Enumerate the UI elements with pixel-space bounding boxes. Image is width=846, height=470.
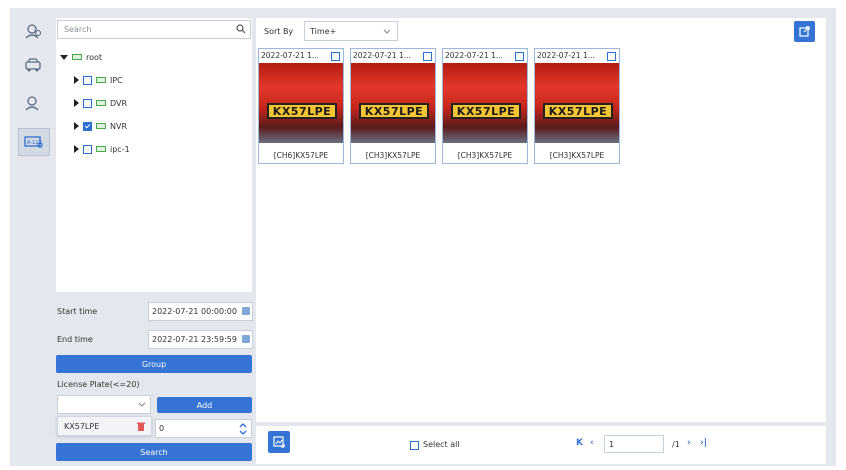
calendar-icon[interactable]	[242, 335, 250, 343]
tree-node-ipc[interactable]: IPC	[74, 74, 123, 86]
tree-node-checkbox[interactable]	[83, 144, 92, 154]
select-all-checkbox[interactable]	[410, 441, 419, 450]
calendar-icon[interactable]	[242, 307, 250, 315]
tree-node-checkbox[interactable]	[83, 75, 92, 85]
plate-text: KX57LPE	[451, 103, 521, 119]
device-icon	[96, 123, 106, 129]
search-icon[interactable]	[236, 24, 246, 34]
page-number-value: 1	[609, 439, 615, 449]
plate-text: KX57LPE	[267, 103, 337, 119]
delete-icon[interactable]	[137, 422, 145, 431]
search-button[interactable]: Search	[56, 443, 252, 461]
result-checkbox[interactable]	[607, 52, 616, 61]
start-time-field[interactable]: 2022-07-21 00:00:00	[148, 302, 253, 321]
sort-by-label: Sort By	[264, 27, 294, 36]
device-icon	[96, 77, 106, 83]
vehicle-search-icon[interactable]	[18, 52, 48, 78]
side-nav: A-123	[12, 10, 54, 464]
tree-node-checkbox[interactable]	[83, 98, 92, 108]
first-page-icon[interactable]: K	[576, 438, 583, 448]
result-checkbox[interactable]	[331, 52, 340, 61]
tree-node-dvr[interactable]: DVR	[74, 97, 127, 109]
add-button[interactable]: Add	[157, 397, 252, 413]
tree-node-label: IPC	[110, 75, 123, 85]
threshold-stepper[interactable]: 0	[155, 419, 252, 438]
chevron-down-icon	[383, 29, 391, 34]
result-checkbox[interactable]	[423, 52, 432, 61]
license-plate-label: License Plate(<=20)	[57, 380, 140, 389]
tree-root-label: root	[86, 52, 103, 62]
result-caption: [CH3]KX57LPE	[549, 151, 605, 160]
stepper-arrows-icon[interactable]	[239, 422, 247, 436]
search-field[interactable]	[57, 20, 251, 39]
sort-value: Time+	[310, 27, 337, 36]
end-time-field[interactable]: 2022-07-21 23:59:59	[148, 330, 253, 349]
tree-root[interactable]: root	[60, 51, 102, 63]
results-toolbar: Sort By Time+	[256, 18, 826, 46]
expand-caret-icon[interactable]	[74, 76, 79, 84]
expand-caret-icon[interactable]	[74, 99, 79, 107]
chevron-down-icon	[138, 402, 146, 407]
snapshot-image[interactable]: KX57LPE	[535, 63, 619, 143]
prev-page-icon[interactable]: ‹	[590, 438, 594, 448]
collapse-caret-icon[interactable]	[60, 54, 68, 60]
device-icon	[96, 100, 106, 106]
result-caption: [CH3]KX57LPE	[365, 151, 421, 160]
result-checkbox[interactable]	[515, 52, 524, 61]
plate-list-item[interactable]: KX57LPE	[57, 416, 152, 436]
expand-caret-icon[interactable]	[74, 122, 79, 130]
snapshot-image[interactable]: KX57LPE	[259, 63, 343, 143]
start-time-label: Start time	[57, 307, 98, 316]
plate-search-icon[interactable]: A-123	[18, 128, 50, 156]
search-input[interactable]	[62, 21, 226, 38]
person-search-icon[interactable]	[18, 90, 48, 116]
batch-export-button[interactable]	[268, 431, 290, 453]
page-total: /1	[672, 440, 680, 449]
result-card[interactable]: 2022-07-21 1... KX57LPE [CH3]KX57LPE	[350, 48, 436, 164]
expand-caret-icon[interactable]	[74, 145, 79, 153]
device-group-icon	[72, 54, 82, 60]
result-card[interactable]: 2022-07-21 1... KX57LPE [CH3]KX57LPE	[534, 48, 620, 164]
face-search-icon[interactable]	[18, 18, 48, 44]
tree-node-label: DVR	[110, 98, 128, 108]
page-number-input[interactable]: 1	[604, 435, 664, 453]
group-button[interactable]: Group	[56, 355, 252, 373]
tree-node-ipc-1[interactable]: ipc-1	[74, 143, 130, 155]
export-icon	[799, 26, 810, 37]
tree-node-label: NVR	[110, 121, 128, 131]
result-caption: [CH3]KX57LPE	[457, 151, 513, 160]
result-card[interactable]: 2022-07-21 1... KX57LPE [CH3]KX57LPE	[442, 48, 528, 164]
select-all-label: Select all	[423, 440, 460, 449]
image-export-icon	[273, 436, 285, 448]
start-time-value: 2022-07-21 00:00:00	[152, 307, 237, 316]
snapshot-image[interactable]: KX57LPE	[443, 63, 527, 143]
result-timestamp: 2022-07-21 1...	[353, 51, 411, 60]
end-time-value: 2022-07-21 23:59:59	[152, 335, 237, 344]
export-button[interactable]	[794, 21, 815, 42]
plate-text: KX57LPE	[359, 103, 429, 119]
result-card[interactable]: 2022-07-21 1... KX57LPE [CH6]KX57LPE	[258, 48, 344, 164]
plate-text: KX57LPE	[543, 103, 613, 119]
end-time-label: End time	[57, 335, 93, 344]
tree-node-checkbox-checked[interactable]	[83, 121, 92, 131]
last-page-icon[interactable]: ›|	[700, 438, 707, 448]
next-page-icon[interactable]: ›	[687, 438, 691, 448]
sort-select[interactable]: Time+	[304, 21, 398, 41]
tree-node-nvr[interactable]: NVR	[74, 120, 127, 132]
results-footer: Select all K ‹ 1 /1 › ›|	[256, 426, 826, 464]
plate-entry-text: KX57LPE	[64, 421, 100, 431]
result-caption: [CH6]KX57LPE	[273, 151, 329, 160]
snapshot-image[interactable]: KX57LPE	[351, 63, 435, 143]
plate-select[interactable]	[57, 395, 151, 414]
threshold-value: 0	[159, 424, 165, 433]
tree-node-label: ipc-1	[110, 144, 130, 154]
result-timestamp: 2022-07-21 1...	[261, 51, 319, 60]
result-timestamp: 2022-07-21 1...	[445, 51, 503, 60]
result-timestamp: 2022-07-21 1...	[537, 51, 595, 60]
device-icon	[96, 146, 106, 152]
